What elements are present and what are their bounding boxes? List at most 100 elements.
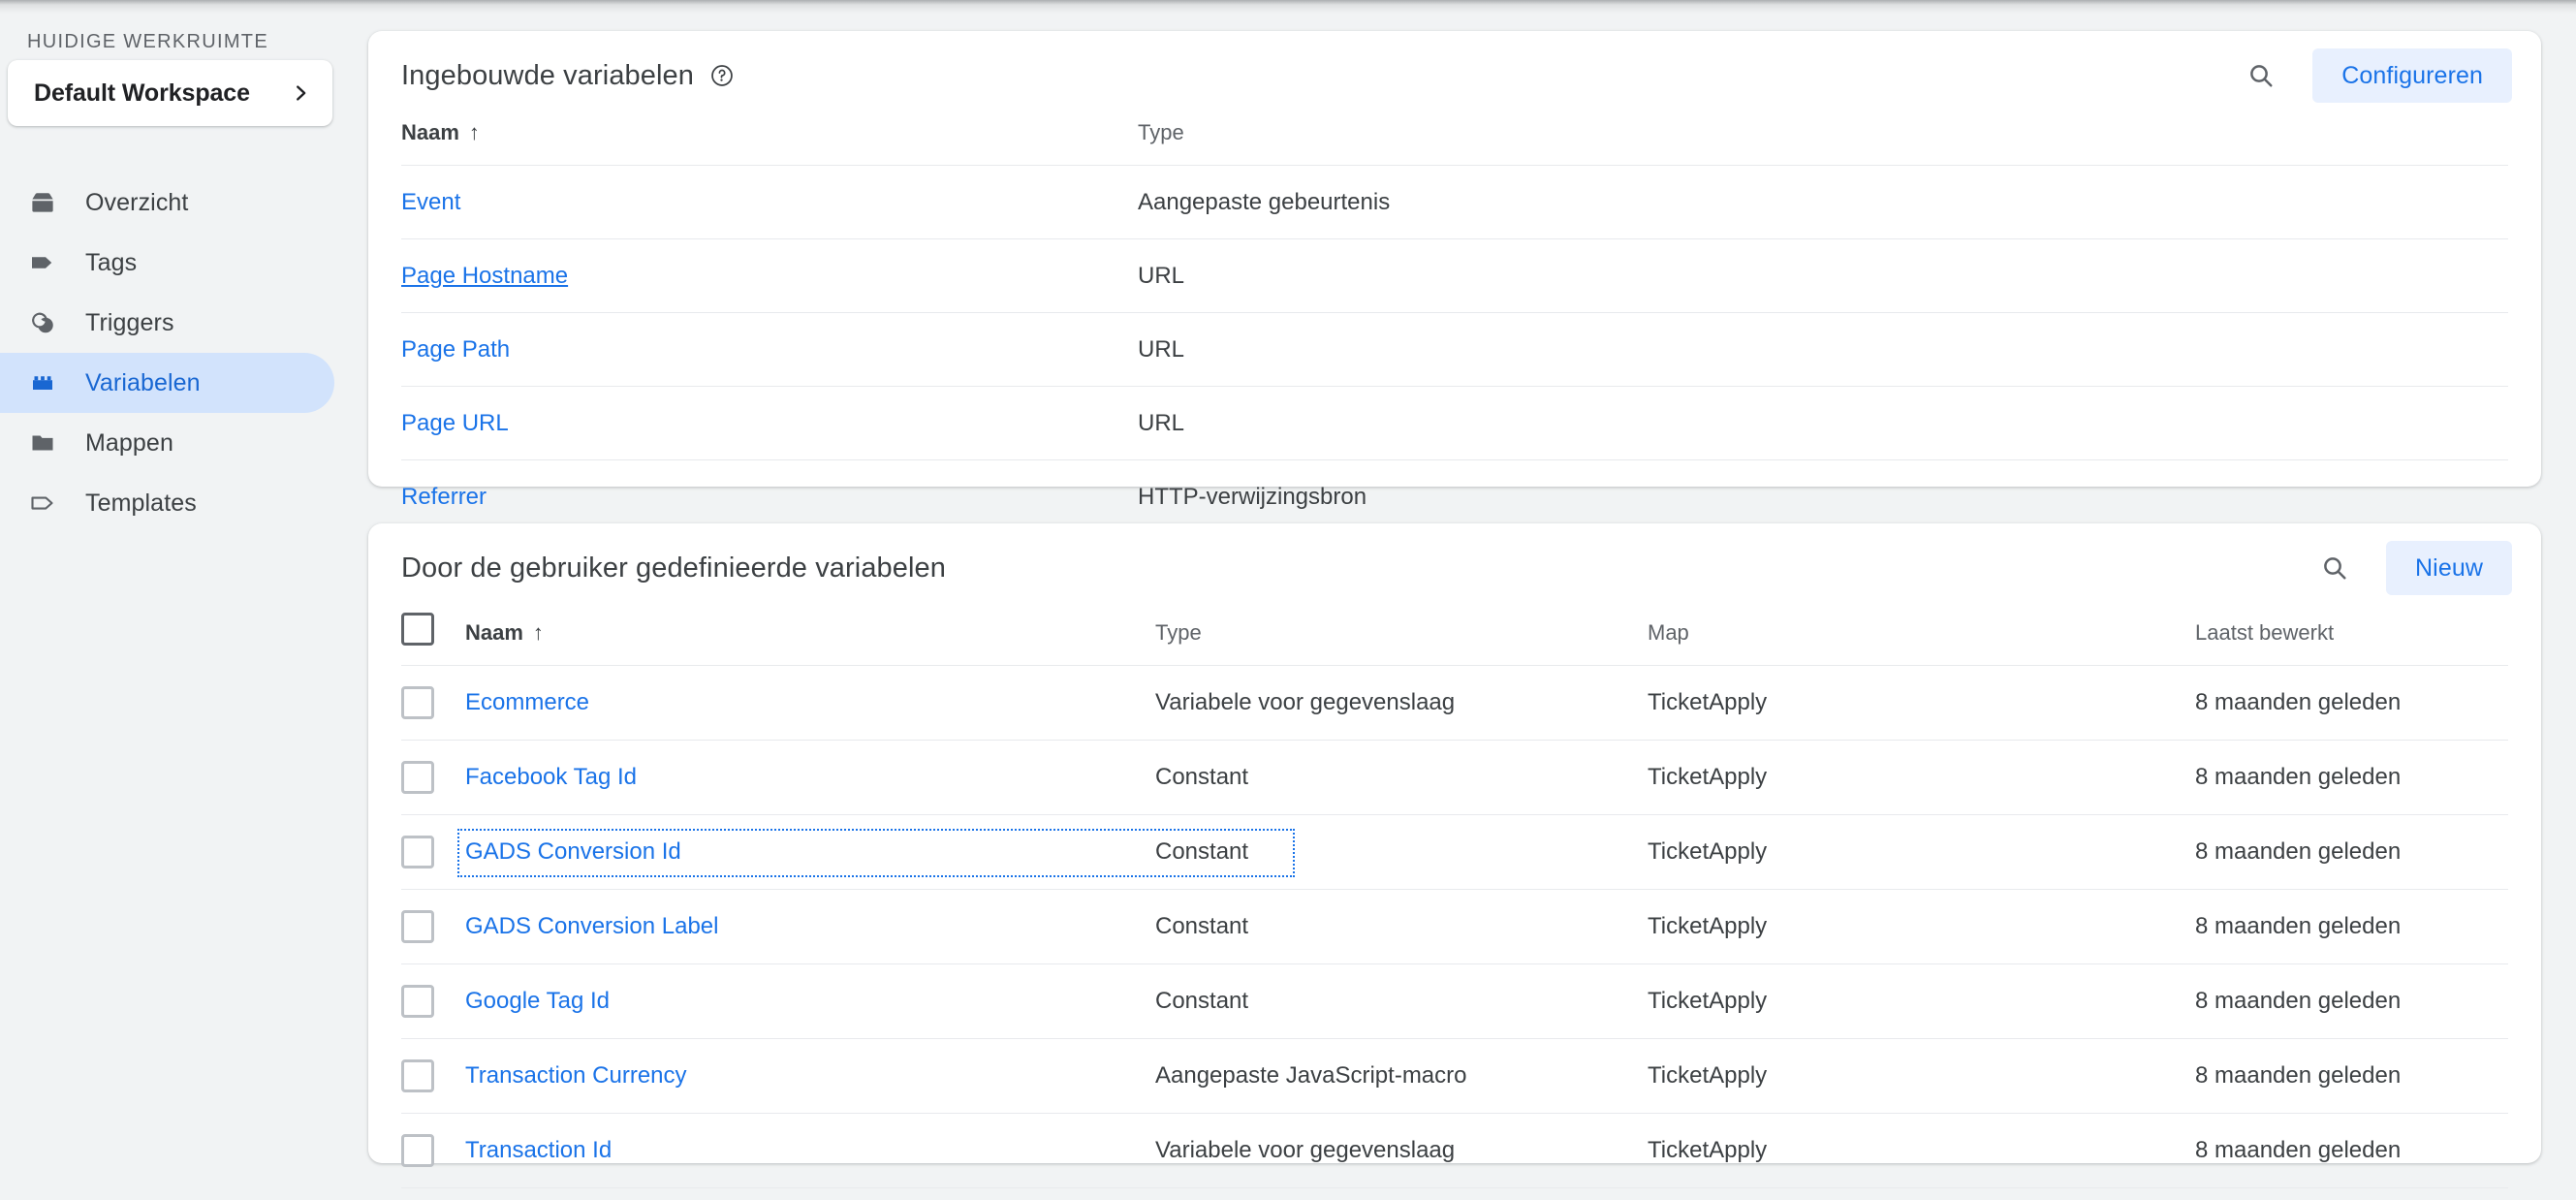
builtin-variable-link[interactable]: Page URL [401,410,509,436]
nieuw-button[interactable]: Nieuw [2386,541,2512,595]
user-map-cell: TicketApply [1648,890,2195,964]
user-col-map-label: Map [1648,620,1689,645]
sidebar-item-variabelen[interactable]: Variabelen [0,353,334,413]
folder-icon [26,426,59,459]
user-variable-link[interactable]: Transaction Currency [465,1062,687,1089]
builtin-variable-link[interactable]: Page Path [401,336,510,363]
table-row[interactable]: GADS Conversion Label ConstantTicketApply… [401,890,2508,964]
builtin-card-title: Ingebouwde variabelen [401,60,694,92]
builtin-variable-link[interactable]: Referrer [401,484,487,510]
name-wrapper: Transaction Value [465,1188,1155,1200]
user-type-cell: Aangepaste JavaScript-macro [1155,1188,1648,1200]
overview-icon [26,186,59,219]
sidebar-item-mappen[interactable]: Mappen [0,413,334,473]
user-variable-link[interactable]: Facebook Tag Id [465,764,637,791]
user-type-cell: Aangepaste JavaScript-macro [1155,1039,1648,1114]
user-map-cell: TicketApply [1648,666,2195,741]
user-defined-variables-card: Door de gebruiker gedefinieerde variabel… [368,523,2541,1163]
table-row[interactable]: GADS Conversion IdConstantTicketApply8 m… [401,815,2508,890]
row-checkbox[interactable] [401,761,434,794]
builtin-variable-link[interactable]: Page Hostname [401,263,568,289]
row-select-cell [401,815,465,890]
user-edited-cell: 8 maanden geleden [2195,1039,2508,1114]
row-select-cell [401,964,465,1039]
user-variable-link[interactable]: Google Tag Id [465,988,610,1015]
builtin-variables-table: Naam↑ Type EventAangepaste gebeurtenisPa… [401,120,2508,534]
user-search-button[interactable] [2309,542,2361,594]
user-table-body: Ecommerce Variabele voor gegevenslaag Tick… [401,666,2508,1200]
user-col-type-label: Type [1155,620,1202,645]
table-row[interactable]: Transaction Id Variabele voor gegevenslaa… [401,1114,2508,1188]
row-checkbox[interactable] [401,686,434,719]
user-type-cell: Constant [1155,815,1648,890]
user-variable-link[interactable]: GADS Conversion Id [465,838,681,866]
user-type-cell: Constant [1155,741,1648,815]
search-icon [2320,553,2349,583]
user-edited-cell: 8 maanden geleden [2195,890,2508,964]
trigger-icon [26,306,59,339]
user-type-cell: Variabele voor gegevenslaag [1155,1114,1648,1188]
user-col-map[interactable]: Map [1648,613,2195,666]
table-row[interactable]: Transaction Currency Aangepaste JavaScrip… [401,1039,2508,1114]
user-type-cell: Constant [1155,964,1648,1039]
builtin-type-cell: URL [1138,239,2508,313]
row-select-cell [401,890,465,964]
variable-icon [26,366,59,399]
table-row[interactable]: Page PathURL [401,313,2508,387]
sidebar-label-overzicht: Overzicht [85,189,188,217]
select-all-checkbox[interactable] [401,613,434,646]
user-variable-link[interactable]: Transaction Id [465,1137,612,1164]
user-variable-link[interactable]: GADS Conversion Label [465,913,718,940]
user-col-name-label: Naam [465,620,523,645]
row-checkbox[interactable] [401,1059,434,1092]
workspace-name: Default Workspace [34,79,250,108]
builtin-name-cell: Page URL [401,387,1138,460]
sidebar-label-tags: Tags [85,249,137,277]
builtin-col-type[interactable]: Type [1138,120,2508,166]
table-row[interactable]: Event Aangepaste gebeurtenis [401,166,2508,239]
builtin-name-cell: Page Hostname [401,239,1138,313]
user-col-edited-label: Laatst bewerkt [2195,620,2334,645]
builtin-variable-link[interactable]: Event [401,189,460,215]
table-row[interactable]: Page URLURL [401,387,2508,460]
user-col-name[interactable]: Naam↑ [465,613,1155,666]
sidebar-item-overzicht[interactable]: Overzicht [0,173,334,233]
name-wrapper: GADS Conversion Label [465,890,1155,963]
sidebar-label-variabelen: Variabelen [85,369,201,397]
user-variable-link[interactable]: Ecommerce [465,689,589,716]
user-card-title: Door de gebruiker gedefinieerde variabel… [401,553,946,584]
row-checkbox[interactable] [401,985,434,1018]
row-select-cell [401,666,465,741]
table-row[interactable]: Facebook Tag IdConstantTicketApply8 maan… [401,741,2508,815]
configureren-button[interactable]: Configureren [2312,48,2512,103]
help-icon[interactable] [694,63,735,88]
gtm-variables-page: HUIDIGE WERKRUIMTE Default Workspace Ove… [0,0,2576,1200]
user-col-edited[interactable]: Laatst bewerkt [2195,613,2508,666]
row-checkbox[interactable] [401,836,434,868]
table-row[interactable]: Transaction ValueAangepaste JavaScript-m… [401,1188,2508,1200]
focused-name-wrapper: GADS Conversion Id [465,815,1155,889]
row-select-cell [401,1039,465,1114]
builtin-name-cell: Event [401,166,1138,239]
sidebar-item-tags[interactable]: Tags [0,233,334,293]
user-edited-cell: 8 maanden geleden [2195,666,2508,741]
table-row[interactable]: EcommerceVariabele voor gegevenslaagTick… [401,666,2508,741]
table-row[interactable]: Page Hostname URL [401,239,2508,313]
builtin-col-name[interactable]: Naam↑ [401,120,1138,166]
name-wrapper: Transaction Currency [465,1039,1155,1113]
user-type-cell: Constant [1155,890,1648,964]
sidebar-item-templates[interactable]: Templates [0,473,334,533]
template-icon [26,487,59,520]
workspace-selector[interactable]: Default Workspace [8,60,332,126]
sidebar: HUIDIGE WERKRUIMTE Default Workspace Ove… [0,0,368,1200]
row-checkbox[interactable] [401,1134,434,1167]
sidebar-item-triggers[interactable]: Triggers [0,293,334,353]
user-col-type[interactable]: Type [1155,613,1648,666]
user-edited-cell: 8 maanden geleden [2195,1114,2508,1188]
row-checkbox[interactable] [401,910,434,943]
builtin-table-header-row: Naam↑ Type [401,120,2508,166]
table-row[interactable]: Google Tag IdConstantTicketApply8 maande… [401,964,2508,1039]
builtin-search-button[interactable] [2235,49,2287,102]
user-edited-cell: 8 maanden geleden [2195,741,2508,815]
builtin-type-cell: Aangepaste gebeurtenis [1138,166,2508,239]
